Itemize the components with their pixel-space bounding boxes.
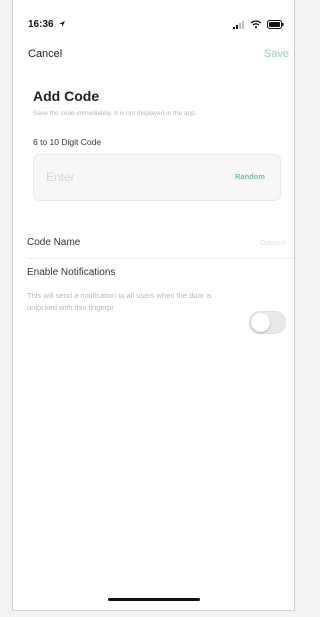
code-name-input-placeholder[interactable]: Optional xyxy=(260,240,286,247)
code-entry-box: Random xyxy=(33,154,281,201)
status-time: 16:36 xyxy=(28,19,54,30)
home-indicator xyxy=(108,598,200,601)
page-title: Add Code xyxy=(33,88,100,104)
page-subtitle: Save the code immediately. It is not dis… xyxy=(33,110,197,117)
phone-screen: 16:36 Cancel Save Add Code Save the code… xyxy=(12,0,295,611)
random-code-button[interactable]: Random xyxy=(235,172,265,181)
status-bar: 16:36 xyxy=(13,0,294,36)
location-arrow-icon xyxy=(59,21,65,27)
navigation-bar: Cancel Save xyxy=(13,48,294,68)
save-button[interactable]: Save xyxy=(264,48,289,60)
signal-icon xyxy=(233,21,244,29)
notifications-description: This will send a notification to all use… xyxy=(27,291,212,312)
row-divider xyxy=(27,258,294,259)
wifi-icon xyxy=(250,20,262,29)
status-icons xyxy=(233,20,284,29)
battery-icon xyxy=(267,20,284,29)
code-name-label: Code Name xyxy=(27,237,81,248)
notifications-toggle[interactable] xyxy=(249,311,286,334)
toggle-knob xyxy=(251,313,270,332)
code-input[interactable] xyxy=(46,168,166,186)
notifications-label: Enable Notifications xyxy=(27,267,116,278)
cancel-button[interactable]: Cancel xyxy=(28,48,62,60)
code-field-label: 6 to 10 Digit Code xyxy=(33,137,102,147)
